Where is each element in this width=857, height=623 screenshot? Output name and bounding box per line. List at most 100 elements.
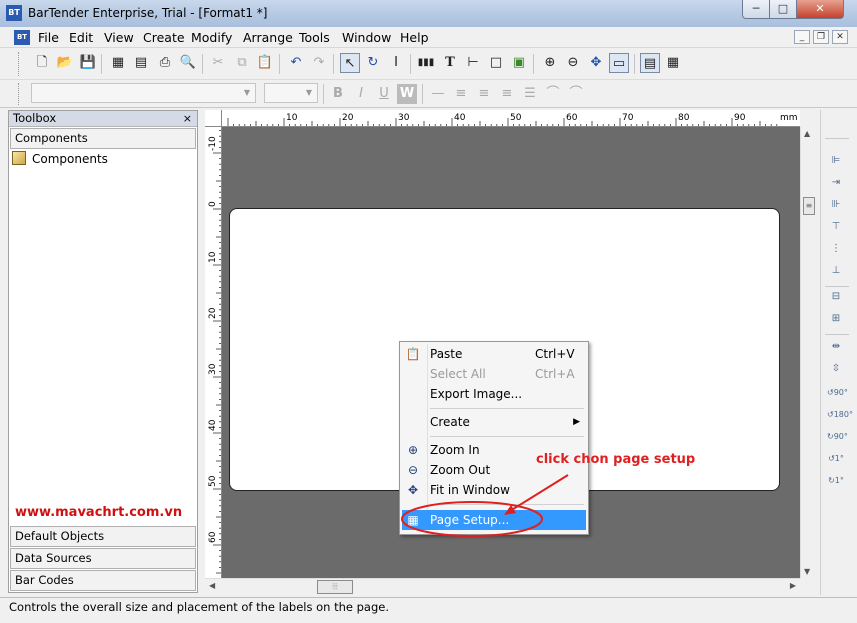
print-icon[interactable]: ⎙: [155, 53, 175, 73]
toolbar-separator: [333, 54, 334, 74]
copy-icon[interactable]: ⧉: [232, 53, 252, 73]
menu-window[interactable]: Window: [342, 30, 391, 45]
document-icon[interactable]: BT: [14, 30, 30, 45]
open-folder-icon[interactable]: 📂: [55, 53, 75, 73]
page-setup-icon[interactable]: ▦: [108, 53, 128, 73]
barcode-icon[interactable]: ▮▮▮: [416, 53, 436, 73]
maximize-button[interactable]: □: [769, 0, 797, 19]
align-centers-icon[interactable]: ⇥: [827, 174, 845, 192]
menu-item-paste[interactable]: 📋 Paste Ctrl+V: [402, 344, 586, 364]
bartender-app-icon[interactable]: BT: [6, 5, 22, 21]
close-button[interactable]: ✕: [796, 0, 844, 19]
bitmap-icon[interactable]: ▦: [663, 53, 683, 73]
tab-bar-codes[interactable]: Bar Codes: [10, 570, 196, 591]
rotate-1-ccw-icon[interactable]: ↺1°: [827, 450, 845, 468]
paste-icon[interactable]: 📋: [255, 53, 275, 73]
menu-modify[interactable]: Modify: [191, 30, 232, 45]
template-icon[interactable]: ▭: [609, 53, 629, 73]
select-pointer-icon[interactable]: ↖: [340, 53, 360, 73]
redo-icon[interactable]: ↷: [309, 53, 329, 73]
new-document-icon[interactable]: 🗋: [32, 53, 52, 73]
toolbar-grip[interactable]: [18, 83, 21, 105]
space-vertically-icon[interactable]: ⇳: [827, 360, 845, 378]
mdi-restore-button[interactable]: ❐: [813, 30, 829, 44]
chevron-down-icon[interactable]: ▼: [241, 86, 253, 100]
arc-down-icon[interactable]: ⌒: [566, 84, 586, 104]
fit-window-icon[interactable]: ✥: [586, 53, 606, 73]
mdi-close-button[interactable]: ✕: [832, 30, 848, 44]
space-horizontally-icon[interactable]: ⇹: [827, 338, 845, 356]
zoom-out-icon[interactable]: ⊖: [563, 53, 583, 73]
tree-item-components[interactable]: Components: [12, 149, 108, 169]
horizontal-scrollbar[interactable]: ◀ ⦙⦙⦙ ▶: [205, 578, 800, 595]
align-top-edges-icon[interactable]: ⊤: [827, 218, 845, 236]
font-name-combo[interactable]: ▼: [31, 83, 256, 103]
scroll-up-icon[interactable]: ▲: [804, 129, 810, 138]
save-icon[interactable]: 💾: [78, 53, 98, 73]
menu-arrange[interactable]: Arrange: [243, 30, 293, 45]
menu-tools[interactable]: Tools: [299, 30, 330, 45]
vertical-scrollbar[interactable]: ▲ ≡ ▼: [800, 127, 817, 578]
toolbar-grip[interactable]: [18, 52, 21, 76]
box-tool-icon[interactable]: □: [486, 53, 506, 73]
toolbar-separator: [323, 84, 324, 104]
justify-icon[interactable]: ☰: [520, 84, 540, 104]
align-left-icon[interactable]: ≡: [451, 84, 471, 104]
toolbox-section-components[interactable]: Components: [10, 128, 196, 149]
align-bottom-edges-icon[interactable]: ⊥: [827, 262, 845, 280]
scroll-left-icon[interactable]: ◀: [209, 581, 215, 590]
chevron-down-icon[interactable]: ▼: [303, 86, 315, 100]
minimize-button[interactable]: ─: [742, 0, 770, 19]
menu-item-export-image[interactable]: Export Image...: [402, 384, 586, 404]
horizontal-scroll-thumb[interactable]: ⦙⦙⦙: [317, 580, 353, 594]
menu-view[interactable]: View: [104, 30, 134, 45]
align-left-edges-icon[interactable]: ⊫: [827, 152, 845, 170]
menu-item-page-setup[interactable]: ▦ Page Setup...: [402, 510, 586, 530]
mdi-minimize-button[interactable]: _: [794, 30, 810, 44]
text-cursor-icon[interactable]: I: [386, 53, 406, 73]
align-none-icon[interactable]: —: [428, 84, 448, 104]
vertical-scroll-thumb[interactable]: ≡: [803, 197, 815, 215]
font-size-combo[interactable]: ▼: [264, 83, 318, 103]
align-right-icon[interactable]: ≡: [497, 84, 517, 104]
rotate-icon[interactable]: ↻: [363, 53, 383, 73]
scroll-right-icon[interactable]: ▶: [790, 581, 796, 590]
word-wrap-button[interactable]: W: [397, 84, 417, 104]
zoom-in-icon[interactable]: ⊕: [540, 53, 560, 73]
toolbar-separator: [101, 54, 102, 74]
rotate-270-icon[interactable]: ↻90°: [827, 428, 848, 446]
menu-item-select-all[interactable]: Select All Ctrl+A: [402, 364, 586, 384]
underline-button[interactable]: U: [374, 84, 394, 104]
cut-icon[interactable]: ✂: [208, 53, 228, 73]
tab-default-objects[interactable]: Default Objects: [10, 526, 196, 547]
align-center-icon[interactable]: ≡: [474, 84, 494, 104]
toolbar-separator: [825, 334, 849, 335]
align-right-edges-icon[interactable]: ⊪: [827, 196, 845, 214]
menu-file[interactable]: File: [38, 30, 59, 45]
undo-icon[interactable]: ↶: [286, 53, 306, 73]
keyboard-icon[interactable]: ▤: [640, 53, 660, 73]
menu-item-fit-in-window[interactable]: ✥ Fit in Window: [402, 480, 586, 500]
picture-tool-icon[interactable]: ▣: [509, 53, 529, 73]
rotate-1-cw-icon[interactable]: ↻1°: [827, 472, 845, 490]
bold-button[interactable]: B: [328, 84, 348, 104]
align-middles-icon[interactable]: ⋮: [827, 240, 845, 258]
database-setup-icon[interactable]: ▤: [131, 53, 151, 73]
rotate-180-icon[interactable]: ↺180°: [827, 406, 853, 424]
menu-create[interactable]: Create: [143, 30, 185, 45]
italic-button[interactable]: I: [351, 84, 371, 104]
menu-edit[interactable]: Edit: [69, 30, 93, 45]
print-preview-icon[interactable]: 🔍: [178, 53, 198, 73]
center-horizontally-icon[interactable]: ⊟: [827, 288, 845, 306]
arc-up-icon[interactable]: ⌒: [543, 84, 563, 104]
tab-data-sources[interactable]: Data Sources: [10, 548, 196, 569]
toolbox-close-icon[interactable]: ×: [183, 111, 192, 126]
menu-item-label: Paste: [430, 347, 463, 361]
line-tool-icon[interactable]: ⊢: [463, 53, 483, 73]
menu-help[interactable]: Help: [400, 30, 429, 45]
scroll-down-icon[interactable]: ▼: [804, 567, 810, 576]
menu-item-create[interactable]: Create ▶: [402, 412, 586, 432]
rotate-90-icon[interactable]: ↺90°: [827, 384, 848, 402]
center-vertically-icon[interactable]: ⊞: [827, 310, 845, 328]
text-tool-icon[interactable]: T: [440, 53, 460, 73]
